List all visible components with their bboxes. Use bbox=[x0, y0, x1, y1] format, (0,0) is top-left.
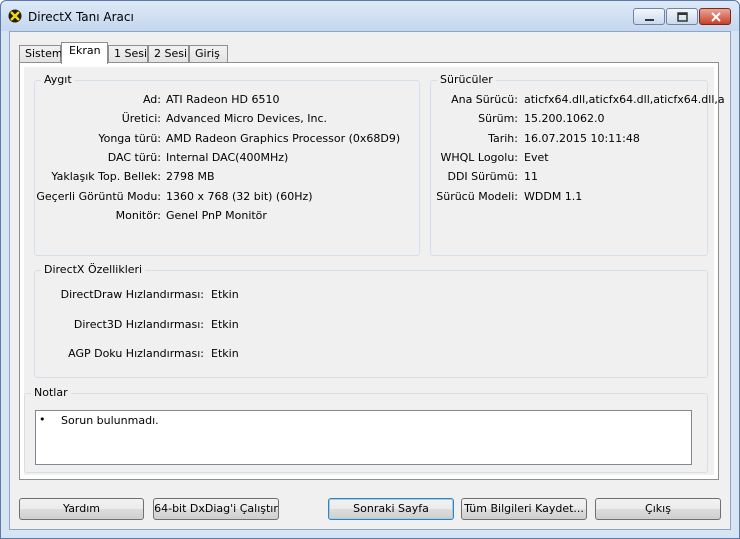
directdraw-label: DirectDraw Hızlandırması: bbox=[60, 288, 204, 301]
version-value: 15.200.1062.0 bbox=[524, 112, 605, 125]
manufacturer-value: Advanced Micro Devices, Inc. bbox=[166, 112, 328, 125]
dac-type-label: DAC türü: bbox=[107, 151, 161, 164]
ddi-label: DDI Sürümü: bbox=[447, 170, 518, 183]
note-bullet: • bbox=[39, 413, 46, 426]
tab-sound-1[interactable]: 1 Sesi bbox=[108, 45, 148, 62]
driver-row-version: Sürüm: 15.200.1062.0 bbox=[431, 112, 707, 126]
main-driver-value: aticfx64.dll,aticfx64.dll,aticfx64.dll,a bbox=[524, 93, 725, 106]
whql-label: WHQL Logolu: bbox=[440, 151, 518, 164]
display-tab-panel: Aygıt Ad: ATI Radeon HD 6510 Üretici: Ad… bbox=[19, 62, 725, 480]
features-group-title: DirectX Özellikleri bbox=[41, 263, 146, 276]
agp-label: AGP Doku Hızlandırması: bbox=[68, 347, 204, 360]
date-label: Tarih: bbox=[488, 132, 518, 145]
note-text: Sorun bulunmadı. bbox=[61, 414, 159, 427]
manufacturer-label: Üretici: bbox=[121, 112, 161, 125]
agp-value: Etkin bbox=[211, 347, 239, 360]
directdraw-value: Etkin bbox=[211, 288, 239, 301]
device-row-manufacturer: Üretici: Advanced Micro Devices, Inc. bbox=[35, 112, 415, 126]
directx-app-icon bbox=[8, 9, 22, 23]
tab-sound-2[interactable]: 2 Sesi bbox=[148, 45, 189, 62]
device-row-dac-type: DAC türü: Internal DAC(400MHz) bbox=[35, 151, 415, 165]
driver-model-value: WDDM 1.1 bbox=[524, 190, 583, 203]
driver-model-label: Sürücü Modeli: bbox=[436, 190, 518, 203]
client-area: Sistem Ekran 1 Sesi 2 Sesi Giriş Aygıt A… bbox=[9, 31, 731, 530]
maximize-button[interactable] bbox=[666, 8, 698, 25]
main-driver-label: Ana Sürücü: bbox=[451, 93, 518, 106]
monitor-value: Genel PnP Monitör bbox=[166, 209, 267, 222]
chip-type-label: Yonga türü: bbox=[98, 132, 161, 145]
direct3d-label: Direct3D Hızlandırması: bbox=[73, 318, 204, 331]
whql-value: Evet bbox=[524, 151, 549, 164]
device-group: Aygıt Ad: ATI Radeon HD 6510 Üretici: Ad… bbox=[34, 73, 420, 256]
directx-features-group: DirectX Özellikleri DirectDraw Hızlandır… bbox=[34, 263, 708, 378]
ddi-value: 11 bbox=[524, 170, 538, 183]
notes-group: Notlar • Sorun bulunmadı. bbox=[24, 386, 708, 473]
window-title: DirectX Tanı Aracı bbox=[28, 10, 134, 24]
maximize-icon bbox=[677, 12, 688, 22]
close-button[interactable] bbox=[699, 8, 731, 25]
close-icon bbox=[711, 12, 721, 22]
monitor-label: Monitör: bbox=[115, 209, 161, 222]
chip-type-value: AMD Radeon Graphics Processor (0x68D9) bbox=[166, 132, 401, 145]
memory-label: Yaklaşık Top. Bellek: bbox=[51, 170, 161, 183]
driver-row-whql: WHQL Logolu: Evet bbox=[431, 151, 707, 165]
title-bar[interactable]: DirectX Tanı Aracı bbox=[1, 1, 739, 31]
version-label: Sürüm: bbox=[478, 112, 518, 125]
help-button[interactable]: Yardım bbox=[19, 498, 144, 520]
driver-row-date: Tarih: 16.07.2015 10:11:48 bbox=[431, 132, 707, 146]
direct3d-value: Etkin bbox=[211, 318, 239, 331]
dac-type-value: Internal DAC(400MHz) bbox=[166, 151, 289, 164]
exit-button[interactable]: Çıkış bbox=[595, 498, 721, 520]
notes-box[interactable]: • Sorun bulunmadı. bbox=[35, 410, 692, 465]
dxdiag-window: DirectX Tanı Aracı Sistem Ekran 1 Sesi 2… bbox=[0, 0, 740, 539]
feature-row-directdraw: DirectDraw Hızlandırması: Etkin bbox=[35, 288, 705, 302]
tab-input[interactable]: Giriş bbox=[189, 45, 228, 62]
driver-row-model: Sürücü Modeli: WDDM 1.1 bbox=[431, 190, 707, 204]
feature-row-direct3d: Direct3D Hızlandırması: Etkin bbox=[35, 318, 705, 332]
run-64bit-dxdiag-button[interactable]: 64-bit DxDiag'i Çalıştır bbox=[153, 498, 279, 520]
device-row-memory: Yaklaşık Top. Bellek: 2798 MB bbox=[35, 170, 415, 184]
next-page-button[interactable]: Sonraki Sayfa bbox=[328, 498, 454, 520]
device-row-monitor: Monitör: Genel PnP Monitör bbox=[35, 209, 415, 223]
device-row-chip-type: Yonga türü: AMD Radeon Graphics Processo… bbox=[35, 132, 415, 146]
driver-row-ddi: DDI Sürümü: 11 bbox=[431, 170, 707, 184]
tab-sistem[interactable]: Sistem bbox=[19, 45, 63, 62]
tab-ekran[interactable]: Ekran bbox=[61, 42, 108, 64]
minimize-icon bbox=[645, 19, 654, 21]
device-group-title: Aygıt bbox=[41, 73, 75, 86]
driver-row-main: Ana Sürücü: aticfx64.dll,aticfx64.dll,at… bbox=[431, 93, 725, 107]
drivers-group: Sürücüler Ana Sürücü: aticfx64.dll,aticf… bbox=[430, 73, 725, 256]
notes-group-title: Notlar bbox=[31, 386, 71, 399]
feature-row-agp: AGP Doku Hızlandırması: Etkin bbox=[35, 347, 705, 361]
drivers-group-title: Sürücüler bbox=[437, 73, 496, 86]
minimize-button[interactable] bbox=[633, 8, 665, 25]
memory-value: 2798 MB bbox=[166, 170, 215, 183]
date-value: 16.07.2015 10:11:48 bbox=[524, 132, 640, 145]
device-name-label: Ad: bbox=[142, 93, 161, 106]
display-mode-label: Geçerli Görüntü Modu: bbox=[36, 190, 161, 203]
device-row-name: Ad: ATI Radeon HD 6510 bbox=[35, 93, 415, 107]
save-all-info-button[interactable]: Tüm Bilgileri Kaydet... bbox=[461, 498, 587, 520]
device-name-value: ATI Radeon HD 6510 bbox=[166, 93, 280, 106]
display-mode-value: 1360 x 768 (32 bit) (60Hz) bbox=[166, 190, 313, 203]
device-row-display-mode: Geçerli Görüntü Modu: 1360 x 768 (32 bit… bbox=[35, 190, 415, 204]
